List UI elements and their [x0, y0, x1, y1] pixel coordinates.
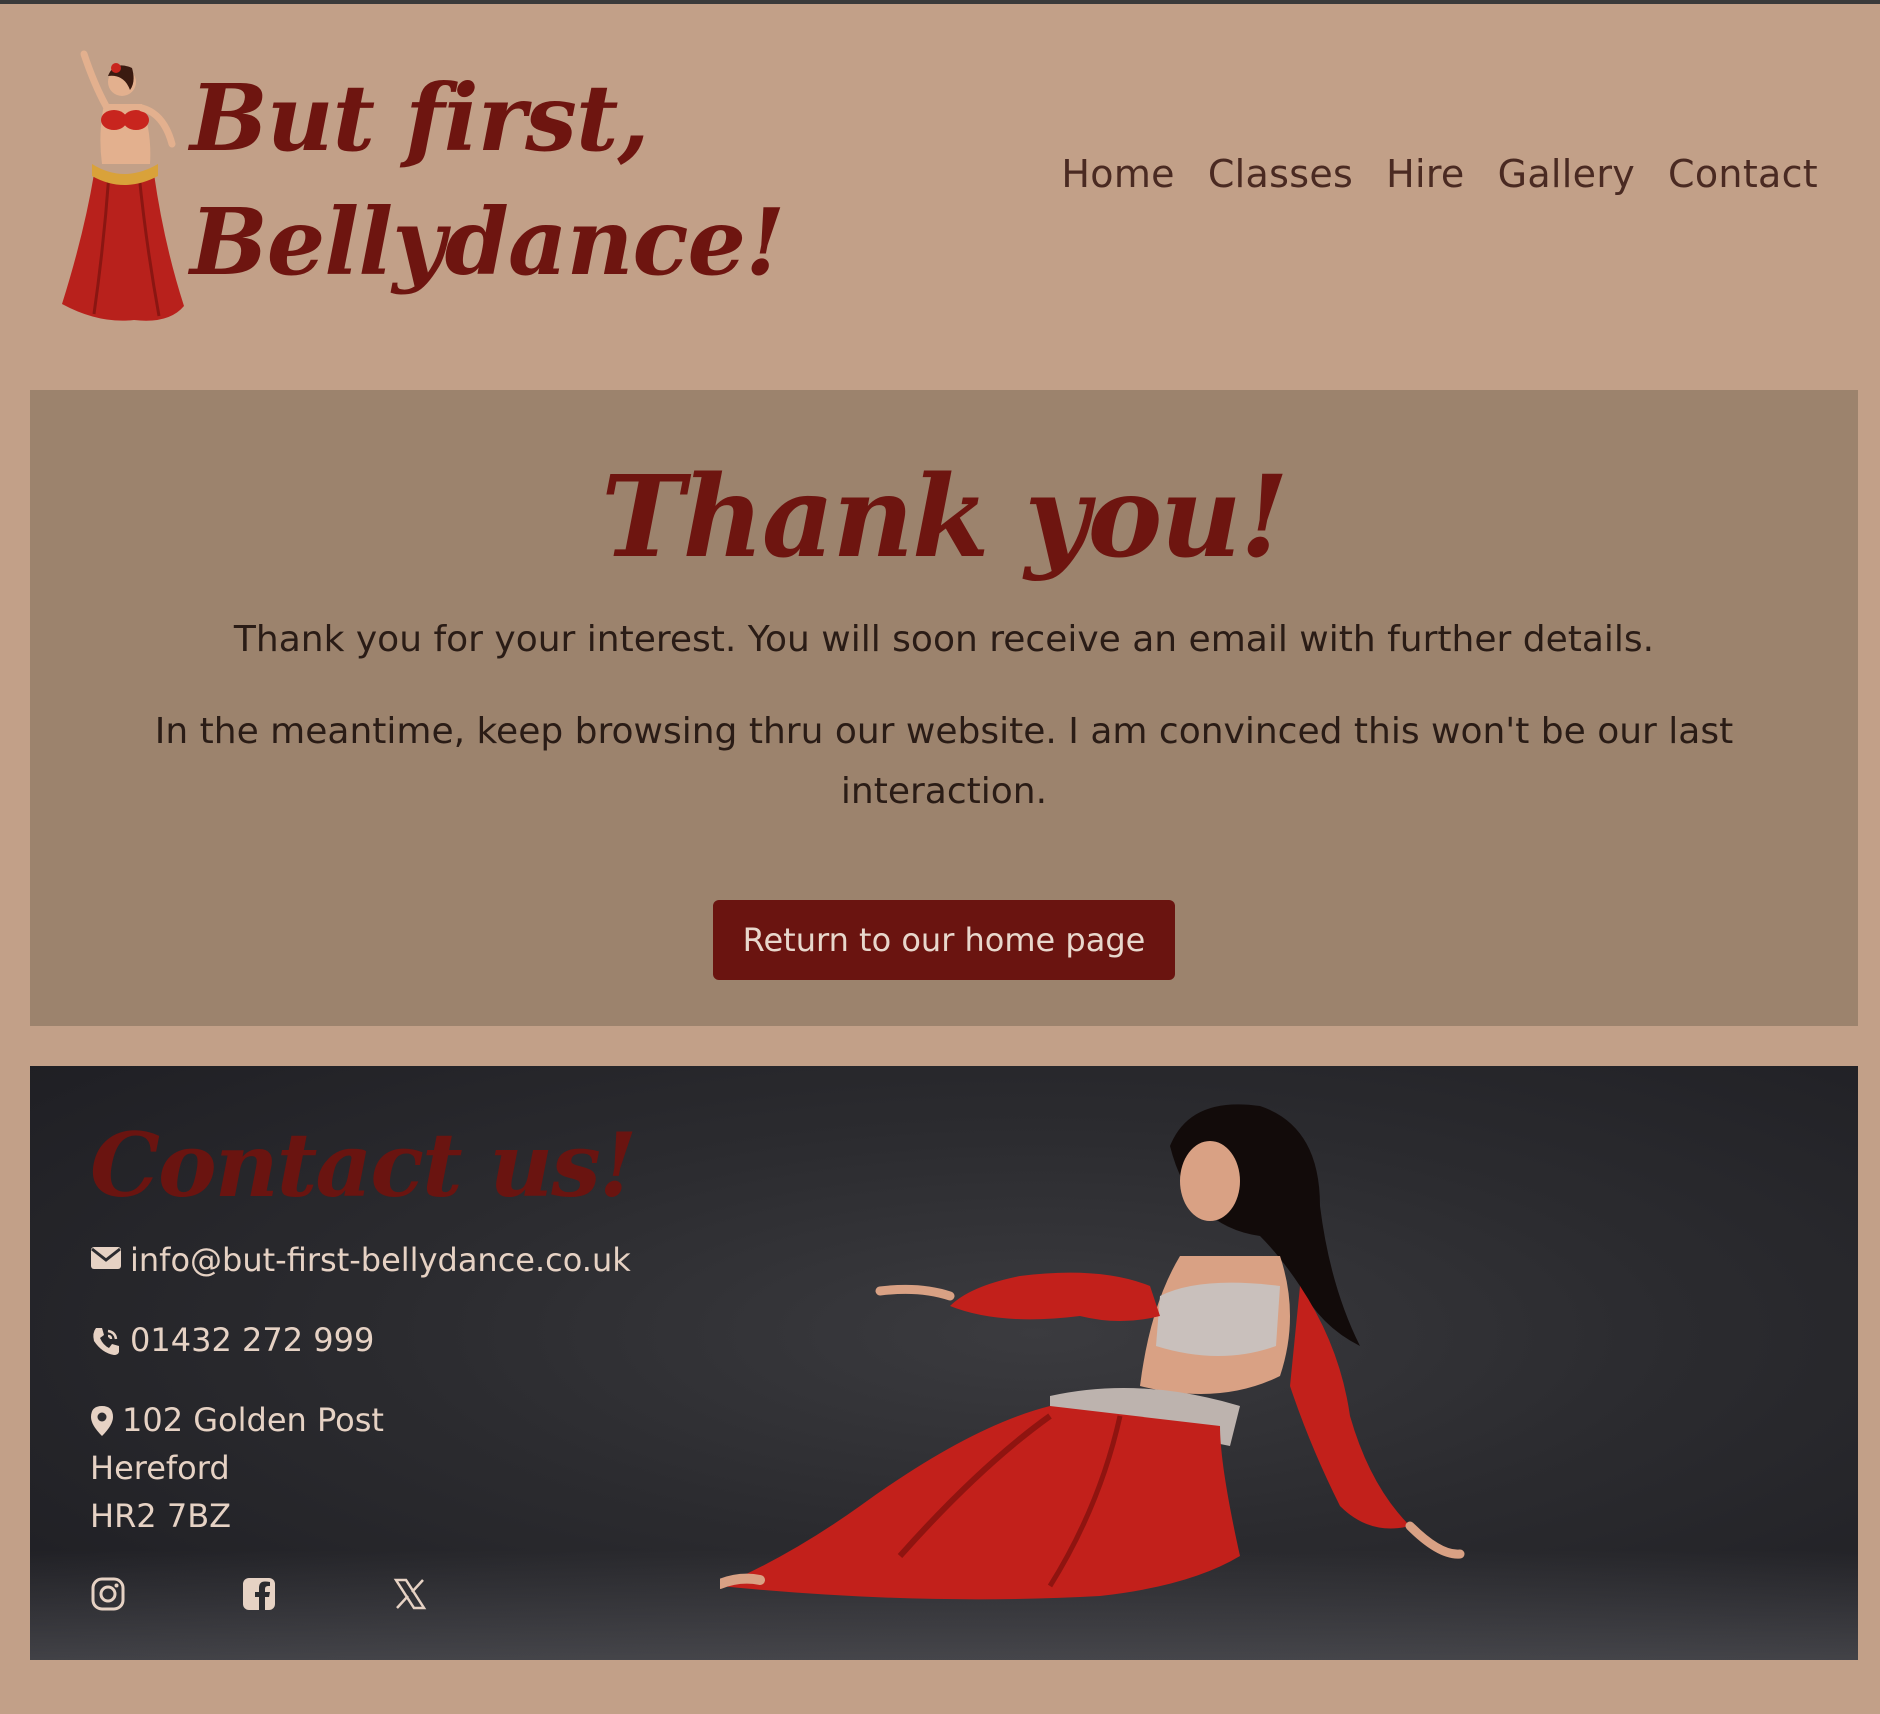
return-home-button[interactable]: Return to our home page	[712, 900, 1176, 980]
nav-home[interactable]: Home	[1061, 152, 1174, 196]
main-nav: Home Classes Hire Gallery Contact	[1061, 152, 1818, 196]
x-twitter-icon[interactable]	[392, 1576, 428, 1612]
contact-address: 102 Golden Post Hereford HR2 7BZ	[90, 1396, 384, 1540]
phone-text[interactable]: 01432 272 999	[130, 1316, 374, 1364]
reclining-bellydancer-photo	[720, 1104, 1465, 1600]
instagram-icon[interactable]	[90, 1576, 126, 1612]
thank-you-message: Thank you for your interest. You will so…	[233, 619, 1655, 660]
thank-you-heading: Thank you!	[601, 452, 1289, 583]
facebook-icon[interactable]	[241, 1576, 277, 1612]
address-line-2: Hereford	[90, 1449, 230, 1487]
brand-line-1: But first,	[190, 64, 650, 172]
nav-contact[interactable]: Contact	[1668, 152, 1818, 196]
phone-icon	[93, 1328, 119, 1355]
contact-heading: Contact us!	[90, 1113, 637, 1217]
nav-hire[interactable]: Hire	[1386, 152, 1465, 196]
contact-email[interactable]: info@but-first-bellydance.co.uk	[90, 1236, 631, 1284]
envelope-icon	[91, 1247, 121, 1269]
email-text[interactable]: info@but-first-bellydance.co.uk	[130, 1236, 631, 1284]
thank-you-panel: Thank you! Thank you for your interest. …	[30, 390, 1858, 1026]
site-header: But first, Bellydance! Home Classes Hire…	[0, 4, 1880, 384]
contact-section: Contact us! info@but-first-bellydance.co…	[30, 1066, 1858, 1660]
location-pin-icon	[91, 1406, 113, 1436]
nav-gallery[interactable]: Gallery	[1498, 152, 1635, 196]
contact-phone[interactable]: 01432 272 999	[90, 1316, 374, 1364]
browse-message: In the meantime, keep browsing thru our …	[154, 711, 1734, 812]
bellydancer-logo-icon[interactable]	[54, 24, 194, 329]
social-links	[90, 1576, 428, 1612]
address-line-1: 102 Golden Post	[122, 1401, 384, 1439]
nav-classes[interactable]: Classes	[1208, 152, 1353, 196]
brand-title[interactable]: But first, Bellydance!	[190, 56, 785, 304]
brand-line-2: Bellydance!	[190, 188, 785, 296]
address-line-3: HR2 7BZ	[90, 1497, 232, 1535]
